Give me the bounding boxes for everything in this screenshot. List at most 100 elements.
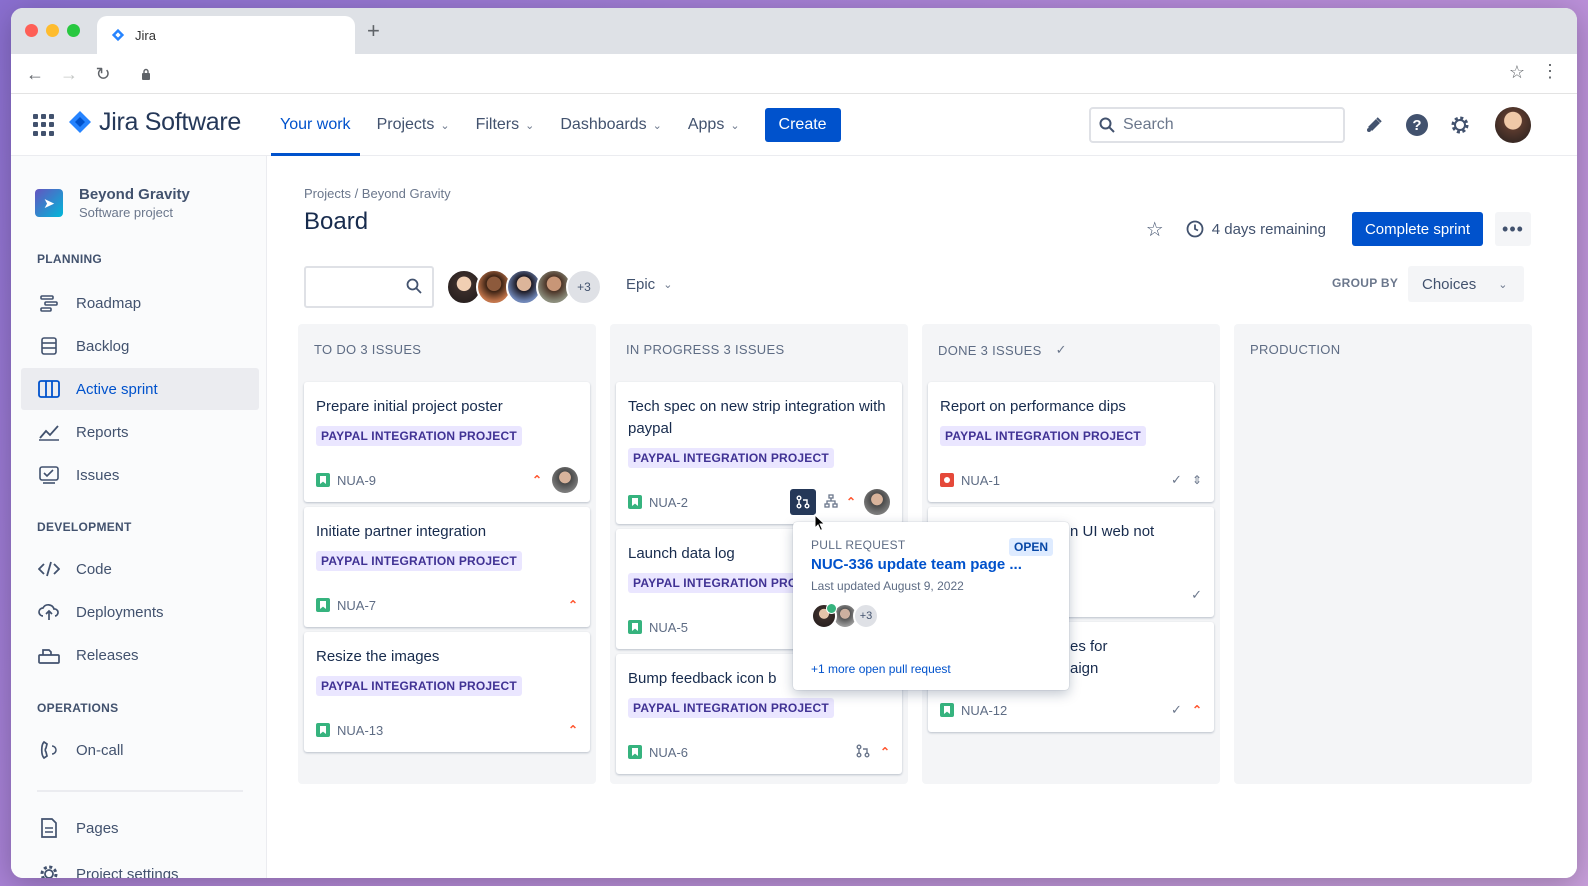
- assignee-avatar[interactable]: [552, 467, 578, 493]
- bug-icon: [940, 473, 954, 487]
- more-actions-button[interactable]: •••: [1495, 212, 1531, 246]
- sidebar-item-pages[interactable]: Pages: [21, 807, 259, 849]
- forward-icon[interactable]: →: [59, 64, 79, 84]
- sidebar-item-label: Issues: [76, 466, 120, 484]
- issue-key: NUA-12: [961, 702, 1008, 718]
- issues-icon: [38, 464, 60, 486]
- epic-filter-dropdown[interactable]: Epic ⌄: [626, 276, 672, 293]
- reviewer-avatar[interactable]: [811, 603, 837, 629]
- issue-card[interactable]: Prepare initial project poster PAYPAL IN…: [304, 382, 590, 502]
- sidebar-item-releases[interactable]: Releases: [21, 634, 259, 676]
- nav-dashboards[interactable]: Dashboards ⌄: [547, 94, 675, 156]
- star-icon[interactable]: ☆: [1146, 217, 1164, 242]
- column-header: DONE 3 ISSUES ✓: [938, 342, 1067, 358]
- back-icon[interactable]: ←: [25, 64, 45, 84]
- remaining-text: 4 days remaining: [1211, 220, 1326, 238]
- board-icon: [38, 378, 60, 400]
- development-section-label: DEVELOPMENT: [37, 520, 132, 534]
- complete-sprint-button[interactable]: Complete sprint: [1351, 212, 1483, 246]
- card-title: Tech spec on new strip integration with …: [628, 398, 886, 437]
- column-title: PRODUCTION: [1250, 342, 1341, 357]
- page-title: Board: [304, 208, 369, 235]
- board-search-input[interactable]: [304, 266, 434, 308]
- sidebar-item-code[interactable]: Code: [21, 548, 259, 590]
- reload-icon[interactable]: ↻: [93, 64, 113, 84]
- group-by-value: Choices: [1422, 275, 1477, 293]
- breadcrumb[interactable]: Projects / Beyond Gravity: [304, 186, 451, 201]
- pr-title-link[interactable]: NUC-336 update team page ...: [811, 556, 1051, 573]
- search-icon: [1099, 117, 1115, 133]
- browser-menu-icon[interactable]: ⋮: [1541, 61, 1559, 82]
- story-icon: [316, 473, 330, 487]
- priority-high-icon: ⌃: [567, 598, 578, 612]
- create-button[interactable]: Create: [764, 108, 841, 142]
- sprint-remaining[interactable]: 4 days remaining: [1186, 220, 1326, 238]
- more-pull-requests-link[interactable]: +1 more open pull request: [811, 662, 951, 676]
- epic-lozenge: PAYPAL INTEGRATION PROJECT: [628, 448, 834, 468]
- board-column-todo: TO DO 3 ISSUES Prepare initial project p…: [298, 324, 596, 784]
- group-by-select[interactable]: Choices ⌄: [1408, 266, 1524, 302]
- nav-your-work[interactable]: Your work: [267, 94, 364, 156]
- issue-key: NUA-1: [961, 472, 1001, 488]
- new-tab-button[interactable]: +: [367, 20, 380, 42]
- issue-card[interactable]: Initiate partner integration PAYPAL INTE…: [304, 507, 590, 627]
- sidebar-item-roadmap[interactable]: Roadmap: [21, 282, 259, 324]
- sidebar-item-issues[interactable]: Issues: [21, 454, 259, 496]
- column-title: IN PROGRESS 3 ISSUES: [626, 342, 785, 357]
- pull-request-icon[interactable]: [789, 489, 816, 515]
- sidebar-item-active-sprint[interactable]: Active sprint: [21, 368, 259, 410]
- reports-icon: [38, 421, 60, 443]
- more-assignees-button[interactable]: +3: [566, 269, 602, 305]
- pull-request-icon[interactable]: [856, 744, 870, 761]
- search-placeholder: Search: [1123, 116, 1174, 133]
- story-icon: [628, 745, 642, 759]
- board-header-actions: ☆ 4 days remaining Complete sprint •••: [1146, 212, 1531, 246]
- address-bar: ← → ↻ ☆ ⋮: [11, 54, 1577, 94]
- sidebar-item-project-settings[interactable]: Project settings: [21, 853, 259, 878]
- sidebar-item-label: Active sprint: [76, 380, 158, 398]
- story-icon: [628, 495, 642, 509]
- help-icon[interactable]: ?: [1404, 112, 1430, 138]
- more-reviewers-badge[interactable]: +3: [853, 603, 879, 629]
- priority-high-icon: ⌃: [845, 495, 856, 509]
- issue-card[interactable]: Tech spec on new strip integration with …: [616, 382, 902, 524]
- bookmark-star-icon[interactable]: ☆: [1509, 62, 1525, 83]
- browser-tab[interactable]: Jira: [97, 16, 355, 54]
- issue-key: NUA-13: [337, 722, 384, 738]
- project-header[interactable]: ➤ Beyond Gravity Software project: [35, 186, 190, 220]
- user-avatar[interactable]: [1495, 107, 1531, 143]
- close-window-button[interactable]: [25, 24, 38, 37]
- nav-filters[interactable]: Filters ⌄: [463, 94, 548, 156]
- sidebar-item-reports[interactable]: Reports: [21, 411, 259, 453]
- issue-card[interactable]: Report on performance dips PAYPAL INTEGR…: [928, 382, 1214, 502]
- issue-card[interactable]: Resize the images PAYPAL INTEGRATION PRO…: [304, 632, 590, 752]
- epic-lozenge: PAYPAL INTEGRATION PROJECT: [940, 426, 1146, 446]
- maximize-window-button[interactable]: [67, 24, 80, 37]
- assignee-avatar[interactable]: [864, 489, 890, 515]
- app-switcher-icon[interactable]: [33, 114, 55, 136]
- story-icon: [628, 620, 642, 634]
- notifications-icon[interactable]: [1361, 112, 1387, 138]
- project-name: Beyond Gravity: [79, 186, 190, 203]
- sidebar-item-backlog[interactable]: Backlog: [21, 325, 259, 367]
- releases-icon: [38, 644, 60, 666]
- jira-logo-icon: [69, 110, 91, 133]
- operations-section-label: OPERATIONS: [37, 701, 119, 715]
- sidebar-item-label: On-call: [76, 741, 124, 759]
- mouse-cursor-icon: [814, 514, 826, 532]
- settings-gear-icon[interactable]: [1447, 112, 1473, 138]
- lock-icon: [142, 68, 150, 80]
- jira-logo[interactable]: Jira Software: [69, 108, 241, 137]
- project-type: Software project: [79, 205, 173, 220]
- sidebar-item-deployments[interactable]: Deployments: [21, 591, 259, 633]
- sidebar-item-on-call[interactable]: On-call: [21, 729, 259, 771]
- nav-filters-label: Filters: [475, 116, 520, 133]
- global-search-input[interactable]: Search: [1089, 107, 1345, 143]
- card-title: Initiate partner integration: [316, 523, 487, 540]
- minimize-window-button[interactable]: [46, 24, 59, 37]
- pages-icon: [38, 817, 60, 839]
- nav-projects[interactable]: Projects ⌄: [364, 94, 463, 156]
- issue-key: NUA-7: [337, 597, 377, 613]
- sidebar-item-label: Reports: [76, 423, 129, 441]
- nav-apps[interactable]: Apps ⌄: [675, 94, 753, 156]
